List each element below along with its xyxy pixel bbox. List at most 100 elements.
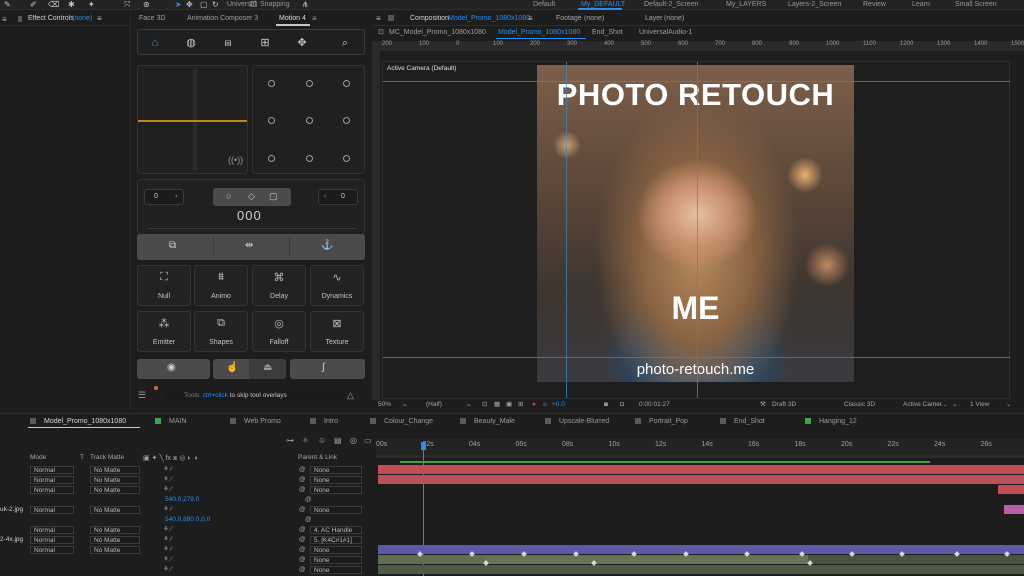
layer-row[interactable]: Normal No Matte ⚘ ⁄ @ None <box>0 545 375 555</box>
rotate-tool-icon[interactable]: ↻ <box>212 0 219 9</box>
selection-tool-icon[interactable]: ➤ <box>175 0 182 9</box>
ease-in-icon[interactable]: ○ <box>226 191 231 201</box>
orbit-tool-icon[interactable]: ⊛ <box>143 0 150 9</box>
expression-pickwhip-icon[interactable]: @ <box>305 495 312 505</box>
layer-row[interactable]: Normal No Matte ⚘ ⁄ @4. AC Handle <box>0 525 375 535</box>
timeline-tab[interactable]: Intro <box>310 417 338 427</box>
parent-pickwhip-icon[interactable]: @ <box>299 505 306 515</box>
track-bar[interactable] <box>378 475 1024 484</box>
timeline-tab[interactable]: Upscale-Blurred <box>545 417 609 427</box>
brush-tool-icon[interactable]: ✐ <box>30 0 37 9</box>
mode-select[interactable]: Normal <box>30 476 74 484</box>
panel-menu-icon[interactable]: ≡ <box>376 14 381 23</box>
comp-tab-universal-audio[interactable]: UniversalAudio-1 <box>639 27 692 39</box>
workspace-default[interactable]: Default <box>533 0 555 9</box>
left-counter-arrow-icon[interactable]: › <box>175 190 177 204</box>
region-icon[interactable]: ⊡ <box>482 400 487 410</box>
track-bar[interactable] <box>484 555 1024 564</box>
grid-icon[interactable]: ⊞ <box>250 33 280 53</box>
anchor-dot[interactable] <box>268 117 275 124</box>
falloff-button[interactable]: ◎ Falloff <box>252 311 306 352</box>
copy-icon[interactable]: ⧉ <box>169 240 176 251</box>
anchor-dot[interactable] <box>268 80 275 87</box>
exposure-icon[interactable]: ☼ <box>542 400 548 410</box>
exposure-value[interactable]: +0.0 <box>552 400 565 410</box>
pin-tool-icon[interactable]: ✦ <box>88 0 95 9</box>
axis-tool-icon[interactable]: ⤧ <box>124 0 130 9</box>
search-icon[interactable]: ⌕ <box>330 33 360 53</box>
dynamics-button[interactable]: ∿ Dynamics <box>310 265 364 306</box>
mode-select[interactable]: Normal <box>30 506 74 514</box>
anchor-dot[interactable] <box>306 155 313 162</box>
track-matte-select[interactable]: No Matte <box>90 506 140 514</box>
anchor-dot[interactable] <box>268 155 275 162</box>
graph-editor-icon[interactable]: ▭ <box>364 436 372 445</box>
arc-icon[interactable]: ⩎ <box>213 33 243 53</box>
parent-select[interactable]: None <box>310 466 362 474</box>
lock-icon[interactable] <box>18 16 22 22</box>
layer-switches-icon[interactable]: ⚘ ⁄ <box>163 505 172 515</box>
parent-pickwhip-icon[interactable]: @ <box>299 465 306 475</box>
comp-tab-mc-model-promo[interactable]: MC_Model_Promo_1080x1080 <box>389 27 486 39</box>
mask-icon[interactable]: ▣ <box>506 400 512 410</box>
workspace-my-layers[interactable]: My_LAYERS <box>726 0 766 9</box>
animo-button[interactable]: ⩩ Animo <box>194 265 248 306</box>
zoom-tool-icon[interactable]: ▢ <box>200 0 208 9</box>
ease-both-icon[interactable]: ◇ <box>248 191 255 202</box>
layer-row[interactable]: 540.0,880.0,0.0 @ <box>0 515 375 525</box>
layer-switches-icon[interactable]: ⚘ ⁄ <box>163 565 172 575</box>
snapping-checkbox-icon[interactable]: ☐ <box>250 0 257 9</box>
frame-blend-icon[interactable]: ▤ <box>334 436 342 445</box>
timecode[interactable]: 0:00:01:27 <box>639 400 670 410</box>
playhead-handle[interactable] <box>421 442 426 450</box>
renderer-label[interactable]: Draft 3D <box>772 400 796 410</box>
parent-pickwhip-icon[interactable]: @ <box>299 535 306 545</box>
track-bar[interactable] <box>378 465 1024 474</box>
snapshot-icon[interactable]: ◙ <box>604 400 608 410</box>
right-counter[interactable]: ‹ 0 <box>318 189 358 205</box>
mode-select[interactable]: Normal <box>30 486 74 494</box>
camera-select[interactable]: Active Camer... <box>903 400 947 410</box>
settings-sliders-icon[interactable]: ☰ <box>138 390 146 401</box>
layer-switches-icon[interactable]: ⚘ ⁄ <box>163 475 172 485</box>
timeline-tab[interactable]: Colour_Change <box>370 417 433 427</box>
layer-row[interactable]: Normal No Matte ⚘ ⁄ @ None <box>0 475 375 485</box>
layer-name[interactable]: 2-4x.jpg <box>0 535 23 545</box>
track-bar[interactable] <box>1004 505 1024 514</box>
left-counter[interactable]: 0 › <box>144 189 184 205</box>
composition-menu-icon[interactable]: ≡ <box>528 14 533 23</box>
layer-switches-icon[interactable]: ⚘ ⁄ <box>163 525 172 535</box>
anchor-dot[interactable] <box>343 117 350 124</box>
track-matte-select[interactable]: No Matte <box>90 536 140 544</box>
draft-3d-icon[interactable]: ⚒ <box>760 400 766 410</box>
expression-pickwhip-icon[interactable]: @ <box>305 515 312 525</box>
layer-switches-icon[interactable]: ⚘ ⁄ <box>163 535 172 545</box>
easing-graph-box[interactable]: ((•)) <box>137 65 248 174</box>
mode-select[interactable]: Normal <box>30 536 74 544</box>
layer-switches-icon[interactable]: ⚘ ⁄ <box>163 555 172 565</box>
timeline-tab[interactable]: Beauty_Male <box>460 417 515 427</box>
transparency-grid-icon[interactable]: ▦ <box>494 400 500 410</box>
anchor-dot[interactable] <box>306 80 313 87</box>
motion-menu-icon[interactable]: ≡ <box>312 12 317 26</box>
timeline-tab[interactable]: Model_Promo_1080x1080 <box>30 417 126 427</box>
delay-button[interactable]: ⌘ Delay <box>252 265 306 306</box>
composition-frame[interactable]: PHOTO RETOUCH ME photo-retouch.me <box>537 65 854 382</box>
work-area-bar[interactable] <box>376 455 1024 458</box>
track-bar[interactable] <box>378 545 1024 554</box>
property-value[interactable]: 540.0,880.0,0.0 <box>165 515 210 525</box>
layer-row[interactable]: Normal No Matte ⚘ ⁄ @ None <box>0 485 375 495</box>
comp-flowchart-icon[interactable]: ⊶ <box>286 436 294 445</box>
parent-select[interactable]: 5. [K4C#1#1] <box>310 536 362 544</box>
move-tool-icon[interactable]: ✥ <box>186 0 193 9</box>
composition-name[interactable]: Model_Promo_1080x1080 <box>448 15 530 22</box>
workspace-review[interactable]: Review <box>863 0 886 9</box>
mode-select[interactable]: Normal <box>30 546 74 554</box>
emitter-button[interactable]: ⁂ Emitter <box>137 311 191 352</box>
texture-button[interactable]: ⊠ Texture <box>310 311 364 352</box>
layer-name[interactable]: uk-2.jpg <box>0 505 23 515</box>
hand-button[interactable]: ☝ <box>213 359 249 379</box>
track-matte-select[interactable]: No Matte <box>90 476 140 484</box>
parent-pickwhip-icon[interactable]: @ <box>299 525 306 535</box>
layer-label[interactable]: Layer <box>645 15 663 22</box>
